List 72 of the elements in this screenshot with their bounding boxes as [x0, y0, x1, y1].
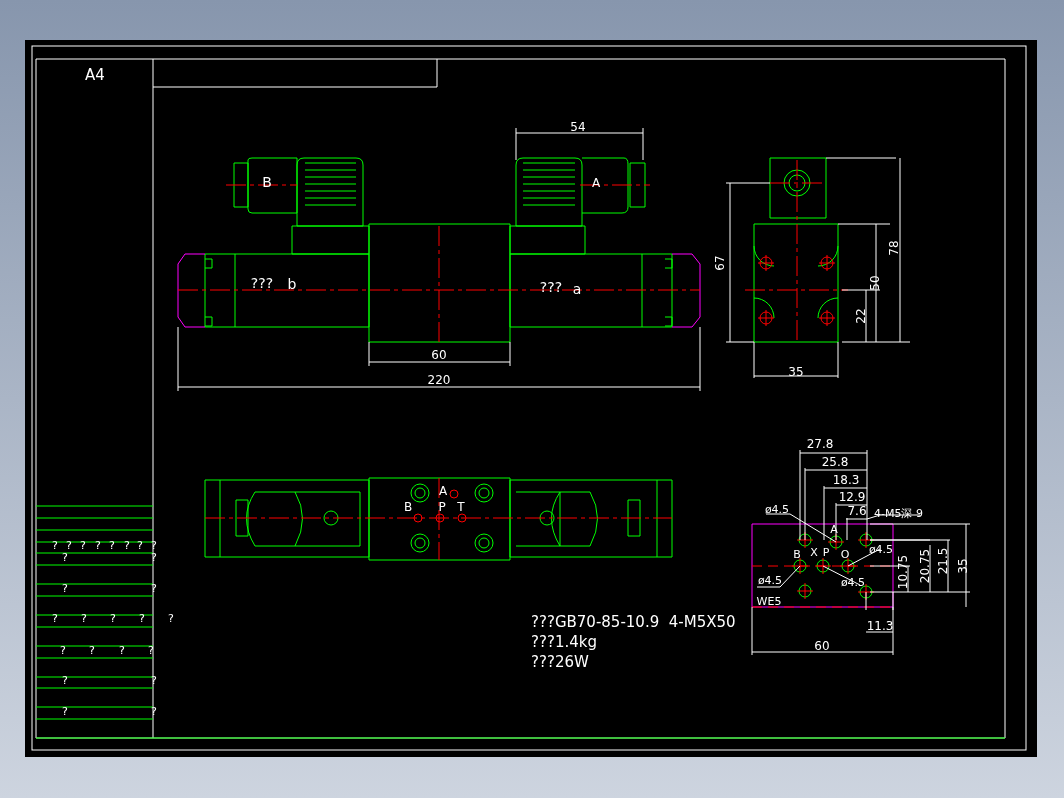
port-label: P — [822, 546, 830, 559]
view-label: b — [287, 276, 297, 292]
port-label: B — [793, 548, 801, 561]
port-label: T — [457, 499, 465, 514]
title-block-mark: ? — [109, 539, 115, 552]
view-label: A — [591, 175, 601, 190]
dimension-value: 11.3 — [866, 618, 894, 633]
title-block-mark: ? — [62, 582, 68, 595]
dimension-value: 27.8 — [806, 436, 834, 451]
title-block-mark: ? — [62, 551, 68, 564]
note-text: ???26W — [531, 652, 589, 671]
port-label: A — [830, 523, 838, 536]
callout-label: ø4.5 — [764, 503, 790, 516]
port-label: X — [810, 546, 818, 559]
note-text: ???GB70-85-10.9 4-M5X50 — [531, 612, 736, 631]
callout-label: 4-M5深 9 — [874, 507, 923, 520]
dimension-value: 20.75 — [917, 548, 932, 584]
title-block-mark: ? — [151, 539, 157, 552]
view-label: a — [572, 281, 582, 297]
dimension-value: 35 — [788, 364, 804, 379]
view-label: ??? — [250, 275, 274, 291]
title-block-mark: ? — [119, 644, 125, 657]
title-block-mark: ? — [151, 551, 157, 564]
dimension-value: 60 — [431, 347, 447, 362]
title-block-mark: ? — [89, 644, 95, 657]
title-block-mark: ? — [62, 705, 68, 718]
port-label: B — [403, 499, 413, 514]
callout-label: WE5 — [756, 595, 782, 608]
title-block-mark: ? — [66, 539, 72, 552]
title-block-mark: ? — [80, 539, 86, 552]
bolt-hole-drawing — [796, 531, 814, 549]
title-block-mark: ? — [124, 539, 130, 552]
port-label: P — [438, 499, 446, 514]
dimension-value: 18.3 — [832, 472, 860, 487]
title-block-mark: ? — [95, 539, 101, 552]
view-label: ??? — [539, 279, 563, 295]
dimension-value: 54 — [570, 119, 586, 134]
title-block-mark: ? — [151, 705, 157, 718]
title-block-mark: ? — [148, 644, 154, 657]
title-block-mark: ? — [52, 612, 58, 625]
dimension-value: 60 — [814, 638, 830, 653]
title-block-mark: ? — [110, 612, 116, 625]
callout-label: ø4.5 — [868, 543, 894, 556]
dimension-value: 7.6 — [847, 503, 867, 518]
sheet-size-label: A4 — [85, 65, 105, 84]
title-block-mark: ? — [52, 539, 58, 552]
title-block-mark: ? — [81, 612, 87, 625]
callout-label: ø4.5 — [757, 574, 783, 587]
dimension-value: 10.75 — [895, 554, 910, 590]
title-block-mark: ? — [151, 582, 157, 595]
dimension-value: 35 — [955, 558, 970, 574]
dimension-value: 22 — [853, 308, 868, 324]
note-text: ???1.4kg — [531, 632, 597, 651]
title-block-mark: ? — [137, 539, 143, 552]
title-block-mark: ? — [62, 674, 68, 687]
title-block-mark: ? — [151, 674, 157, 687]
title-block-mark: ? — [168, 612, 174, 625]
dimension-value: 67 — [712, 255, 727, 271]
callout-label: ø4.5 — [840, 576, 866, 589]
dimension-value: 12.9 — [838, 489, 866, 504]
port-label: A — [438, 483, 448, 498]
dimension-value: 50 — [867, 275, 882, 291]
view-label: B — [262, 174, 272, 190]
dimension-value: 25.8 — [821, 454, 849, 469]
dimension-value: 21.5 — [935, 547, 950, 575]
port-label: O — [840, 548, 850, 561]
title-block-mark: ? — [139, 612, 145, 625]
bolt-hole-drawing — [796, 582, 814, 600]
title-block-mark: ? — [60, 644, 66, 657]
bolt-hole-drawing — [827, 533, 845, 551]
dimension-value: 220 — [427, 372, 451, 387]
dimension-value: 78 — [886, 240, 901, 256]
